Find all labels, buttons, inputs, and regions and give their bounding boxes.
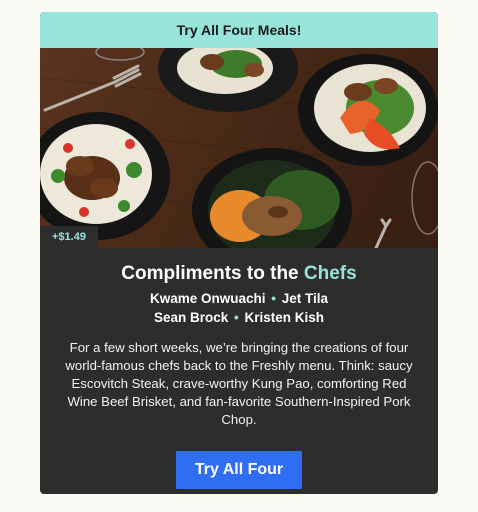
try-all-four-button[interactable]: Try All Four <box>176 451 302 489</box>
headline: Compliments to the Chefs <box>40 262 438 286</box>
promo-card: Try All Four Meals! +$1.49 Compliments t… <box>40 12 438 494</box>
description: For a few short weeks, we’re bringing th… <box>65 340 413 427</box>
chef-name: Kristen Kish <box>244 310 325 325</box>
price-tag: +$1.49 <box>40 226 98 248</box>
plate-top-right <box>298 54 438 166</box>
price-tag-text: +$1.49 <box>52 231 86 243</box>
chef-name: Jet Tila <box>281 291 329 306</box>
name-separator: • <box>234 310 239 325</box>
name-separator: • <box>271 291 276 306</box>
headline-accent: Chefs <box>303 263 357 284</box>
promo-content: Compliments to the Chefs Kwame Onwuachi … <box>40 248 438 489</box>
chef-line-2: Sean Brock • Kristen Kish <box>40 308 438 327</box>
banner-label: Try All Four Meals! <box>176 22 302 38</box>
chef-names: Kwame Onwuachi • Jet Tila Sean Brock • K… <box>40 289 438 327</box>
chef-name: Kwame Onwuachi <box>149 291 266 306</box>
hero-image: +$1.49 <box>40 48 438 248</box>
chef-name: Sean Brock <box>153 310 229 325</box>
headline-main: Compliments to the <box>121 263 304 284</box>
try-all-banner[interactable]: Try All Four Meals! <box>40 12 438 48</box>
meals-photo <box>40 48 438 248</box>
chef-line-1: Kwame Onwuachi • Jet Tila <box>40 289 438 308</box>
